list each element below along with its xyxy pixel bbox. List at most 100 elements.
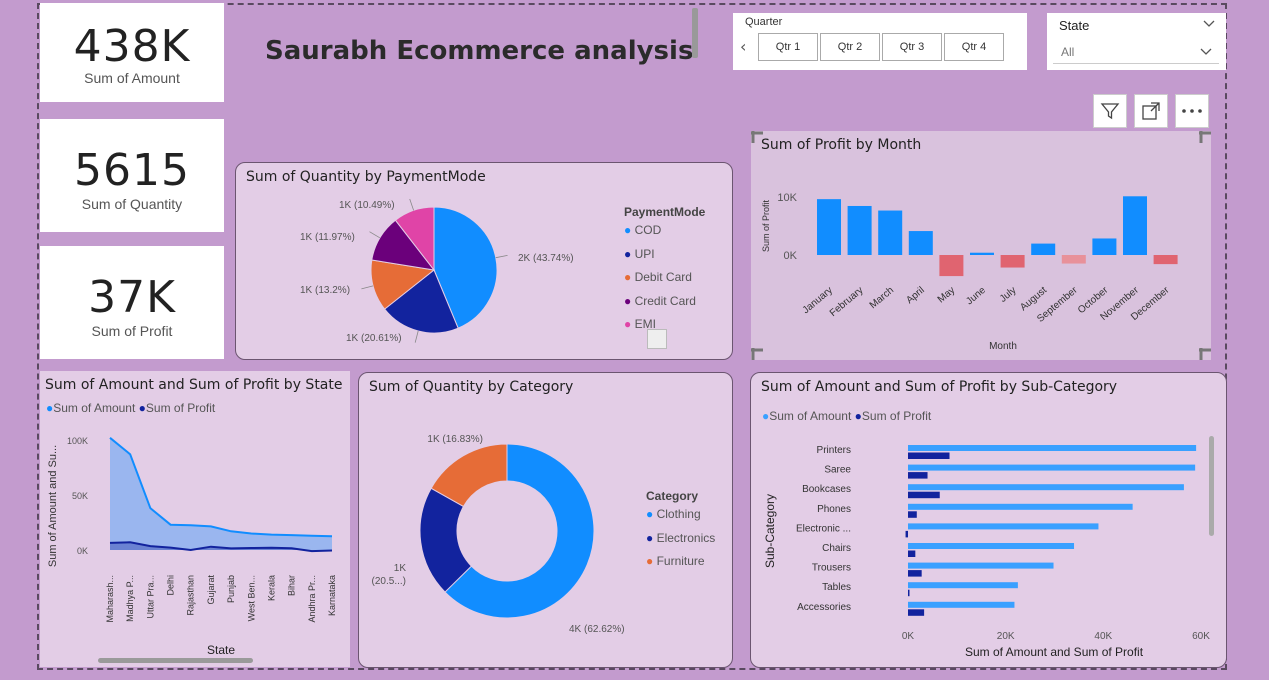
legend-label: Credit Card [631, 293, 696, 308]
category-chart-card[interactable]: Sum of Quantity by Category 4K (62.62%) 1… [358, 372, 733, 668]
amount-bar[interactable] [908, 523, 1099, 530]
kpi-value: 438K [73, 21, 191, 72]
legend-label: UPI [631, 246, 655, 261]
filter-icon[interactable] [1093, 94, 1127, 128]
amount-bar[interactable] [908, 582, 1018, 589]
amount-bar[interactable] [908, 503, 1133, 510]
x-tick-label: Kerala [266, 575, 276, 601]
data-label: 1K (20.61%) [346, 333, 402, 344]
data-label: 4K (62.62%) [569, 624, 625, 635]
kpi-value: 37K [88, 272, 176, 323]
amount-bar[interactable] [908, 445, 1197, 451]
profit-bar[interactable] [908, 452, 950, 460]
profit-bar[interactable] [905, 530, 908, 538]
state-slicer: State All [1047, 13, 1226, 70]
legend-item[interactable]: ● Debit Card [624, 270, 696, 294]
chevron-left-icon[interactable]: ‹ [740, 37, 746, 56]
horizontal-scrollbar[interactable] [98, 658, 253, 663]
category-legend: ● Clothing ● Electronics ● Furniture [646, 507, 715, 578]
x-axis-label: Sum of Amount and Sum of Profit [965, 645, 1144, 659]
data-label: 1K (11.97%) [300, 232, 355, 243]
vertical-scrollbar[interactable] [1209, 436, 1214, 536]
legend-item[interactable]: ● Clothing [646, 507, 715, 531]
y-tick-label: 50K [72, 491, 88, 501]
scroll-indicator[interactable] [692, 8, 698, 58]
legend-item[interactable]: ● Credit Card [624, 294, 696, 318]
x-tick-label: Rajasthan [186, 575, 196, 616]
y-tick-label: Saree [824, 465, 851, 476]
x-tick-label: West Ben... [246, 575, 256, 621]
kpi-card-quantity[interactable]: 5615 Sum of Quantity [40, 119, 224, 232]
legend-item[interactable]: ● COD [624, 223, 696, 247]
bar[interactable] [1123, 196, 1147, 255]
bar[interactable] [847, 205, 872, 255]
label-leader-line [414, 330, 419, 343]
amount-area [110, 437, 332, 550]
x-tick-label: Bihar [287, 575, 297, 596]
resize-handle [751, 131, 763, 143]
label-leader-line [361, 285, 374, 290]
profit-bar[interactable] [908, 472, 928, 479]
x-tick-label: Maharash... [105, 575, 115, 623]
profit-by-month-chart-card[interactable]: Sum of Profit by Month 10K 0K Sum of Profi… [751, 131, 1211, 360]
kpi-value: 5615 [74, 145, 190, 196]
payment-mode-chart-card[interactable]: Sum of Quantity by PaymentMode 2K (43.74… [235, 162, 733, 360]
amount-bar[interactable] [908, 464, 1196, 471]
chevron-down-icon [1200, 48, 1212, 55]
bar[interactable] [1000, 255, 1025, 268]
bar[interactable] [939, 255, 964, 277]
profit-bar[interactable] [908, 511, 917, 518]
kpi-card-amount[interactable]: 438K Sum of Amount [40, 3, 224, 102]
bar[interactable] [970, 252, 994, 255]
quarter-option-qtr1[interactable]: Qtr 1 [758, 33, 818, 61]
quarter-option-qtr4[interactable]: Qtr 4 [944, 33, 1004, 61]
profit-bar[interactable] [908, 589, 910, 597]
focus-mode-icon[interactable] [1134, 94, 1168, 128]
legend-title: Category [646, 489, 699, 503]
data-label: (20.5...) [372, 576, 406, 587]
bar[interactable] [878, 210, 903, 255]
legend-label: Clothing [653, 507, 701, 521]
subcategory-bar-chart[interactable]: 0K 20K 40K 60KSum of Amount and Sum of Prof… [751, 373, 1226, 667]
amount-bar[interactable] [908, 601, 1015, 608]
legend-label: Furniture [653, 554, 705, 568]
state-area-chart[interactable]: 100K 50K 0K Sum of Amount and Su... State Mah… [40, 371, 350, 667]
amount-bar[interactable] [908, 484, 1184, 491]
bar[interactable] [1092, 238, 1117, 255]
quarter-option-qtr2[interactable]: Qtr 2 [820, 33, 880, 61]
x-tick-label: July [998, 285, 1019, 305]
data-label: 1K (16.83%) [427, 434, 483, 445]
state-chart-card[interactable]: Sum of Amount and Sum of Profit by State… [40, 371, 350, 667]
kpi-card-profit[interactable]: 37K Sum of Profit [40, 246, 224, 359]
more-options-icon[interactable] [1175, 94, 1209, 128]
bar[interactable] [1061, 255, 1086, 264]
profit-bar[interactable] [908, 570, 922, 577]
amount-bar[interactable] [908, 543, 1075, 549]
state-dropdown[interactable]: All [1053, 41, 1219, 64]
legend-item[interactable]: ● Electronics [646, 531, 715, 555]
legend-label: Debit Card [631, 270, 692, 284]
profit-bar[interactable] [908, 550, 916, 558]
bar[interactable] [1031, 243, 1056, 255]
subcategory-chart-card[interactable]: Sum of Amount and Sum of Profit by Sub-C… [750, 372, 1227, 668]
amount-bar[interactable] [908, 562, 1054, 569]
broken-image-icon [647, 329, 667, 349]
profit-bar[interactable] [908, 491, 940, 499]
y-tick-label: 0K [77, 546, 88, 556]
state-slicer-title: State [1059, 18, 1090, 33]
x-tick-label: May [936, 285, 958, 306]
x-tick-label: February [828, 285, 866, 319]
legend-item[interactable]: ● UPI [624, 247, 696, 271]
bar[interactable] [817, 199, 841, 255]
state-dropdown-value: All [1061, 45, 1075, 59]
quarter-option-qtr3[interactable]: Qtr 3 [882, 33, 942, 61]
legend-item[interactable]: ● Furniture [646, 554, 715, 578]
bar[interactable] [1153, 255, 1178, 265]
x-tick-label: Punjab [226, 575, 236, 603]
profit-by-month-bar-chart[interactable]: 10K0KSum of ProfitMonthJanuaryFebruary Ma… [751, 131, 1211, 360]
label-leader-line [369, 231, 381, 239]
y-tick-label: Electronic ... [796, 523, 851, 534]
profit-bar[interactable] [908, 609, 925, 616]
bar[interactable] [908, 231, 933, 255]
chevron-down-icon[interactable] [1202, 19, 1216, 29]
